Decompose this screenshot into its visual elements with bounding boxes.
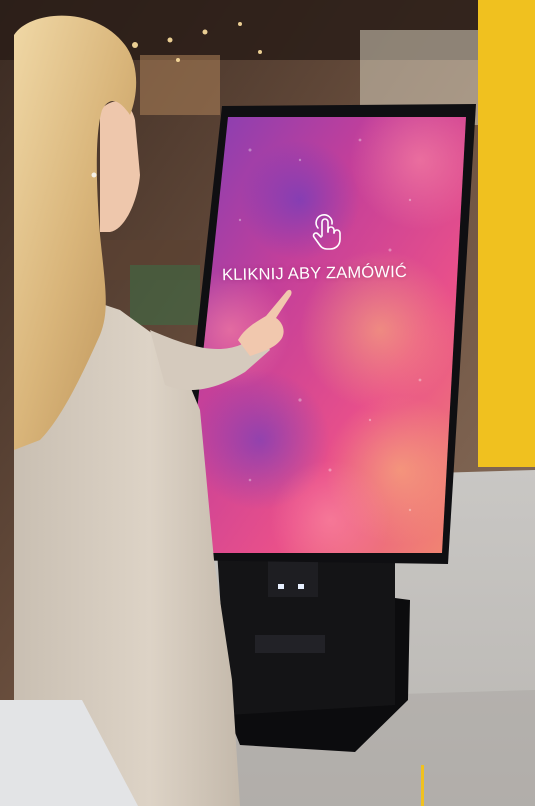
earring	[91, 172, 97, 178]
receipt-slot	[255, 635, 325, 653]
kiosk-photo: KLIKNIJ ABY ZAMÓWIĆ	[0, 0, 535, 806]
photo-scene	[0, 0, 535, 806]
chair	[130, 265, 200, 325]
yellow-accent-panel	[478, 0, 535, 467]
yellow-accent-line	[421, 765, 424, 806]
